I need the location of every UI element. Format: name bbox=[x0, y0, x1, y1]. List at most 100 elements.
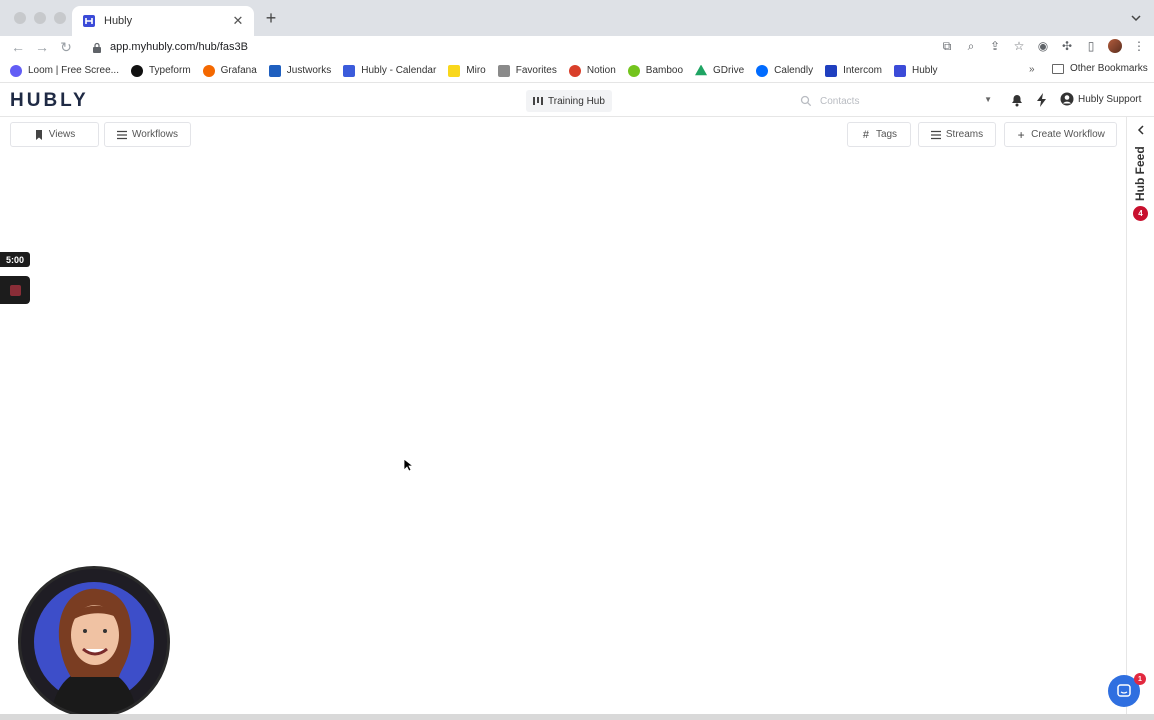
bookmark-justworks[interactable]: Justworks bbox=[268, 64, 331, 77]
support-user-name: Hubly Support bbox=[1078, 93, 1142, 105]
bookmark-notion[interactable]: Notion bbox=[568, 64, 616, 77]
plus-icon: + bbox=[1017, 127, 1025, 142]
bookmark-star-icon[interactable]: ☆ bbox=[1012, 39, 1026, 53]
chat-icon bbox=[1117, 684, 1131, 697]
hub-feed-label[interactable]: Hub Feed bbox=[1133, 141, 1147, 201]
miro-icon bbox=[448, 64, 461, 77]
chat-unread-badge: 1 bbox=[1134, 673, 1146, 685]
gdrive-icon bbox=[695, 64, 708, 76]
create-workflow-button[interactable]: + Create Workflow bbox=[1004, 122, 1117, 147]
workflows-label: Workflows bbox=[132, 129, 178, 140]
training-hub-button[interactable]: Training Hub bbox=[526, 90, 612, 112]
bookmark-bamboo[interactable]: Bamboo bbox=[627, 64, 683, 77]
stop-recording-button[interactable] bbox=[0, 276, 30, 304]
webcam-bubble[interactable] bbox=[18, 566, 170, 718]
minimize-window-button[interactable] bbox=[34, 12, 46, 24]
views-button[interactable]: Views bbox=[10, 122, 99, 147]
other-bookmarks[interactable]: Other Bookmarks bbox=[1052, 63, 1148, 74]
notion-icon bbox=[568, 64, 581, 77]
list-icon bbox=[117, 130, 128, 139]
tags-button[interactable]: # Tags bbox=[847, 122, 911, 147]
bookmark-loom[interactable]: Loom | Free Scree... bbox=[10, 64, 119, 77]
back-icon[interactable]: ← bbox=[10, 39, 26, 55]
hubly-icon bbox=[893, 64, 906, 77]
bookmarks-bar: Loom | Free Scree... Typeform Grafana Ju… bbox=[0, 59, 1154, 83]
bookmark-intercom[interactable]: Intercom bbox=[825, 64, 882, 77]
bookmark-miro[interactable]: Miro bbox=[448, 64, 486, 77]
tags-label: Tags bbox=[875, 129, 898, 140]
columns-icon bbox=[533, 97, 544, 105]
stop-icon bbox=[9, 284, 21, 296]
search-placeholder: Contacts bbox=[820, 95, 860, 107]
browser-tab-strip: Hubly ✕ + bbox=[0, 0, 1154, 36]
open-external-icon[interactable]: ⧉ bbox=[940, 39, 954, 53]
intercom-icon bbox=[825, 64, 838, 77]
feed-count-badge: 4 bbox=[1133, 206, 1148, 221]
profile-avatar-icon[interactable] bbox=[1108, 39, 1122, 53]
more-bookmarks-button[interactable]: » bbox=[1029, 64, 1035, 75]
loom-icon bbox=[10, 64, 22, 77]
grafana-icon bbox=[202, 64, 215, 77]
maximize-window-button[interactable] bbox=[54, 12, 66, 24]
browser-tab[interactable]: Hubly ✕ bbox=[72, 6, 254, 36]
browser-toolbar: ← → ↻ app.myhubly.com/hub/fas3B ⧉ ⌕ ⇪ ☆ … bbox=[0, 36, 1154, 59]
close-tab-icon[interactable]: ✕ bbox=[230, 13, 246, 29]
calendly-icon bbox=[756, 64, 769, 77]
training-hub-label: Training Hub bbox=[548, 95, 605, 107]
workflows-button[interactable]: Workflows bbox=[104, 122, 191, 147]
bookmark-grafana[interactable]: Grafana bbox=[202, 64, 257, 77]
address-bar[interactable]: app.myhubly.com/hub/fas3B bbox=[86, 36, 1026, 58]
bell-icon[interactable] bbox=[1009, 92, 1025, 108]
intercom-chat-button[interactable]: 1 bbox=[1108, 673, 1146, 707]
justworks-icon bbox=[268, 64, 281, 77]
streams-label: Streams bbox=[945, 129, 984, 140]
bookmark-hubly[interactable]: Hubly bbox=[893, 64, 938, 77]
bookmark-hubly-calendar[interactable]: Hubly - Calendar bbox=[343, 64, 436, 77]
recording-timer: 5:00 bbox=[0, 252, 30, 267]
chevron-left-icon[interactable] bbox=[1136, 125, 1146, 135]
hubly-logo[interactable]: HUBLY bbox=[10, 90, 89, 112]
lightning-icon[interactable] bbox=[1034, 92, 1050, 108]
window-bottom-edge bbox=[0, 714, 1154, 720]
bookmark-favorites[interactable]: Favorites bbox=[497, 64, 557, 77]
close-window-button[interactable] bbox=[14, 12, 26, 24]
caret-down-icon[interactable]: ▼ bbox=[984, 95, 992, 104]
sidebar-icon[interactable]: ▯ bbox=[1084, 39, 1098, 53]
create-workflow-label: Create Workflow bbox=[1031, 129, 1105, 140]
streams-button[interactable]: Streams bbox=[918, 122, 996, 147]
hub-feed-rail[interactable]: Hub Feed 4 bbox=[1126, 117, 1154, 715]
new-tab-button[interactable]: + bbox=[262, 9, 280, 27]
hubly-favicon-icon bbox=[83, 15, 95, 27]
forward-icon[interactable]: → bbox=[34, 39, 50, 55]
bookmark-calendly[interactable]: Calendly bbox=[756, 64, 813, 77]
bookmark-gdrive[interactable]: GDrive bbox=[695, 64, 744, 77]
folder-icon bbox=[1052, 63, 1064, 74]
list-icon bbox=[930, 130, 941, 139]
puzzle-icon[interactable]: ✣ bbox=[1060, 39, 1074, 53]
folder-icon bbox=[497, 64, 510, 77]
bookmark-typeform[interactable]: Typeform bbox=[130, 64, 191, 77]
contacts-search[interactable]: Contacts ▼ bbox=[794, 92, 996, 110]
lock-icon bbox=[93, 42, 101, 53]
hashtag-icon: # bbox=[862, 128, 869, 141]
calendar-icon bbox=[343, 64, 356, 77]
views-label: Views bbox=[48, 129, 76, 140]
reload-icon[interactable]: ↻ bbox=[58, 39, 74, 55]
url-text: app.myhubly.com/hub/fas3B bbox=[110, 41, 248, 53]
tab-search-chevron-icon[interactable] bbox=[1129, 12, 1143, 24]
bookmark-icon bbox=[35, 129, 42, 140]
search-icon bbox=[800, 95, 812, 107]
browser-toolbar-icons: ⧉ ⌕ ⇪ ☆ ◉ ✣ ▯ ⋮ bbox=[940, 39, 1146, 53]
tab-title: Hubly bbox=[104, 15, 133, 27]
window-controls[interactable] bbox=[14, 12, 66, 24]
share-icon[interactable]: ⇪ bbox=[988, 39, 1002, 53]
bamboo-icon bbox=[627, 64, 640, 77]
menu-dots-icon[interactable]: ⋮ bbox=[1132, 39, 1146, 53]
app-header: HUBLY Training Hub Contacts ▼ Hubly Supp… bbox=[0, 84, 1154, 117]
zoom-icon[interactable]: ⌕ bbox=[964, 39, 978, 53]
user-circle-icon bbox=[1060, 92, 1074, 106]
presenter-avatar-image bbox=[34, 582, 154, 715]
user-menu[interactable]: Hubly Support bbox=[1060, 92, 1141, 106]
typeform-icon bbox=[130, 64, 143, 77]
extension-icon[interactable]: ◉ bbox=[1036, 39, 1050, 53]
